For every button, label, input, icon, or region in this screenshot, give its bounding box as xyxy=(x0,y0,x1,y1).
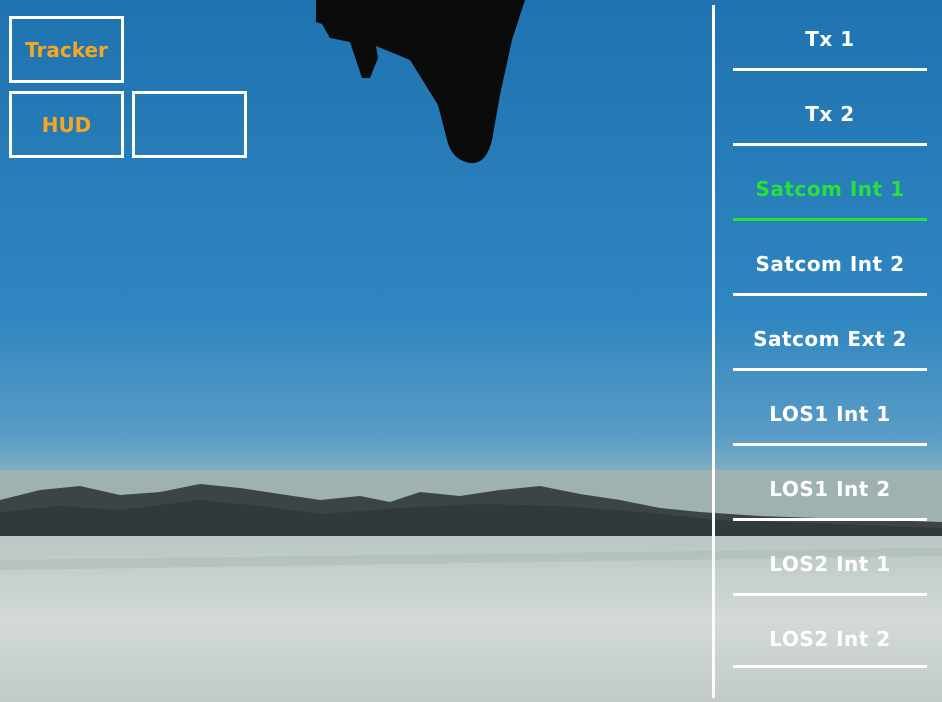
menu-item-label: LOS2 Int 1 xyxy=(769,552,891,576)
menu-item-underline xyxy=(733,593,927,596)
menu-item-label: Satcom Int 2 xyxy=(755,252,905,276)
menu-item-label: Satcom Ext 2 xyxy=(753,327,907,351)
menu-item-underline xyxy=(733,68,927,71)
menu-item-underline xyxy=(733,443,927,446)
menu-item-underline xyxy=(733,218,927,221)
tracker-button-label: Tracker xyxy=(25,37,108,62)
menu-divider xyxy=(712,5,715,698)
tracker-button[interactable]: Tracker xyxy=(9,16,124,83)
menu-item-satcom-int-2[interactable]: Satcom Int 2 xyxy=(733,225,927,300)
menu-item-underline xyxy=(733,143,927,146)
hud-button[interactable]: HUD xyxy=(9,91,124,158)
menu-item-tx-1[interactable]: Tx 1 xyxy=(733,0,927,75)
menu-item-underline xyxy=(733,293,927,296)
empty-button[interactable] xyxy=(132,91,247,158)
menu-item-label: LOS1 Int 2 xyxy=(769,477,891,501)
menu-item-underline xyxy=(733,368,927,371)
menu-item-los1-int-2[interactable]: LOS1 Int 2 xyxy=(733,450,927,525)
menu-item-tx-2[interactable]: Tx 2 xyxy=(733,75,927,150)
menu-item-label: Tx 2 xyxy=(805,102,855,126)
menu-item-satcom-ext-2[interactable]: Satcom Ext 2 xyxy=(733,300,927,375)
menu-item-los1-int-1[interactable]: LOS1 Int 1 xyxy=(733,375,927,450)
hud-button-label: HUD xyxy=(41,112,92,137)
menu-item-underline xyxy=(733,518,927,521)
menu-item-label: LOS1 Int 1 xyxy=(769,402,891,426)
menu-item-label: LOS2 Int 2 xyxy=(769,627,891,651)
menu-item-satcom-int-1[interactable]: Satcom Int 1 xyxy=(733,150,927,225)
menu-item-label: Satcom Int 1 xyxy=(755,177,905,201)
menu-item-los2-int-2[interactable]: LOS2 Int 2 xyxy=(733,600,927,675)
menu-item-label: Tx 1 xyxy=(805,27,855,51)
menu-item-los2-int-1[interactable]: LOS2 Int 1 xyxy=(733,525,927,600)
menu-item-underline xyxy=(733,665,927,668)
